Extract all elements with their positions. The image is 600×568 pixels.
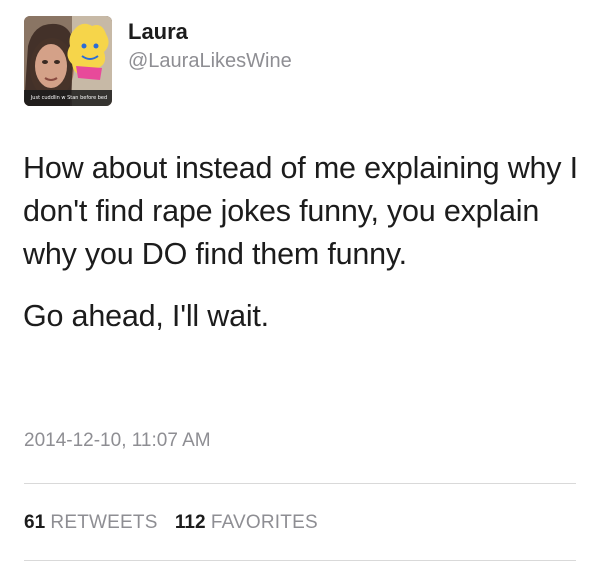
- retweets-label: RETWEETS: [50, 512, 158, 533]
- divider: [24, 560, 576, 561]
- divider: [24, 483, 576, 484]
- tweet-text: How about instead of me explaining why I…: [23, 147, 583, 338]
- tweet-text-paragraph-2: Go ahead, I'll wait.: [23, 299, 269, 333]
- favorites-stat[interactable]: 112 FAVORITES: [175, 512, 318, 534]
- tweet-stats: 61 RETWEETS 112 FAVORITES: [24, 512, 330, 534]
- tweet-text-paragraph-1: How about instead of me explaining why I…: [23, 151, 578, 271]
- retweets-stat[interactable]: 61 RETWEETS: [24, 512, 158, 534]
- retweets-count: 61: [24, 512, 46, 533]
- avatar-image: [24, 16, 112, 106]
- tweet-timestamp: 2014-12-10, 11:07 AM: [24, 430, 211, 451]
- favorites-count: 112: [174, 512, 206, 533]
- author-display-name[interactable]: Laura: [128, 19, 188, 45]
- avatar-caption: Just cuddlin w Stan before bed: [30, 95, 108, 101]
- author-handle[interactable]: @LauraLikesWine: [128, 49, 292, 73]
- favorites-label: FAVORITES: [210, 512, 318, 533]
- avatar[interactable]: Just cuddlin w Stan before bed: [24, 16, 112, 106]
- tweet-detail: Just cuddlin w Stan before bed Laura @La…: [0, 0, 600, 568]
